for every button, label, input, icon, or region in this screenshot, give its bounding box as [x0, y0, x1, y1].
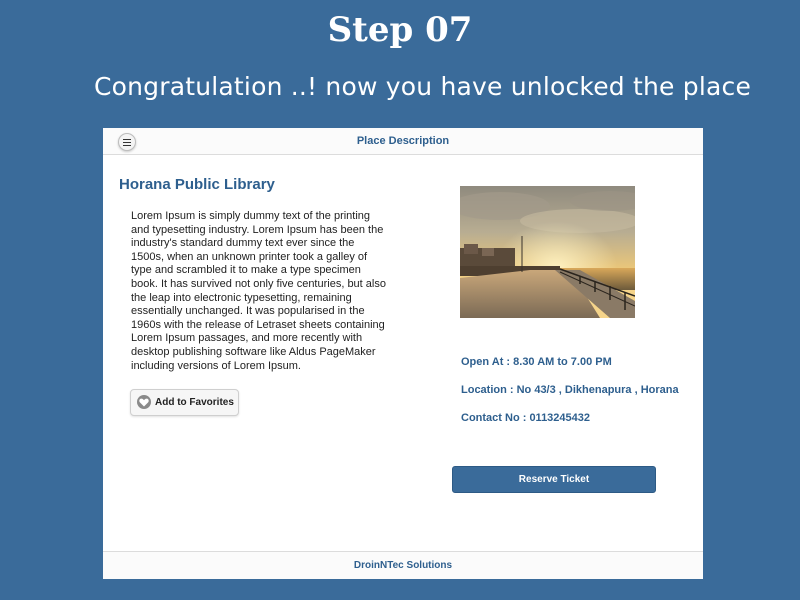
app-screen: Place Description Horana Public Library … — [103, 128, 703, 579]
step-title: Step 07 — [327, 10, 473, 50]
header-title: Place Description — [356, 135, 450, 147]
congratulation-message: Congratulation ..! now you have unlocked… — [93, 72, 752, 101]
footer-text: DroinNTec Solutions — [353, 560, 453, 571]
contact-number[interactable]: Contact No : 0113245432 — [461, 412, 590, 424]
place-photo — [460, 186, 635, 318]
app-footer: DroinNTec Solutions — [103, 551, 703, 579]
heart-icon — [137, 395, 151, 409]
opening-hours: Open At : 8.30 AM to 7.00 PM — [461, 356, 612, 368]
app-header: Place Description — [103, 128, 703, 155]
place-description: Lorem Ipsum is simply dummy text of the … — [131, 210, 386, 372]
add-to-favorites-button[interactable]: Add to Favorites — [130, 389, 239, 416]
place-name: Horana Public Library — [119, 176, 275, 193]
add-to-favorites-label: Add to Favorites — [155, 397, 234, 408]
location-text: Location : No 43/3 , Dikhenapura , Horan… — [461, 384, 679, 396]
reserve-ticket-button[interactable]: Reserve Ticket — [452, 466, 656, 493]
